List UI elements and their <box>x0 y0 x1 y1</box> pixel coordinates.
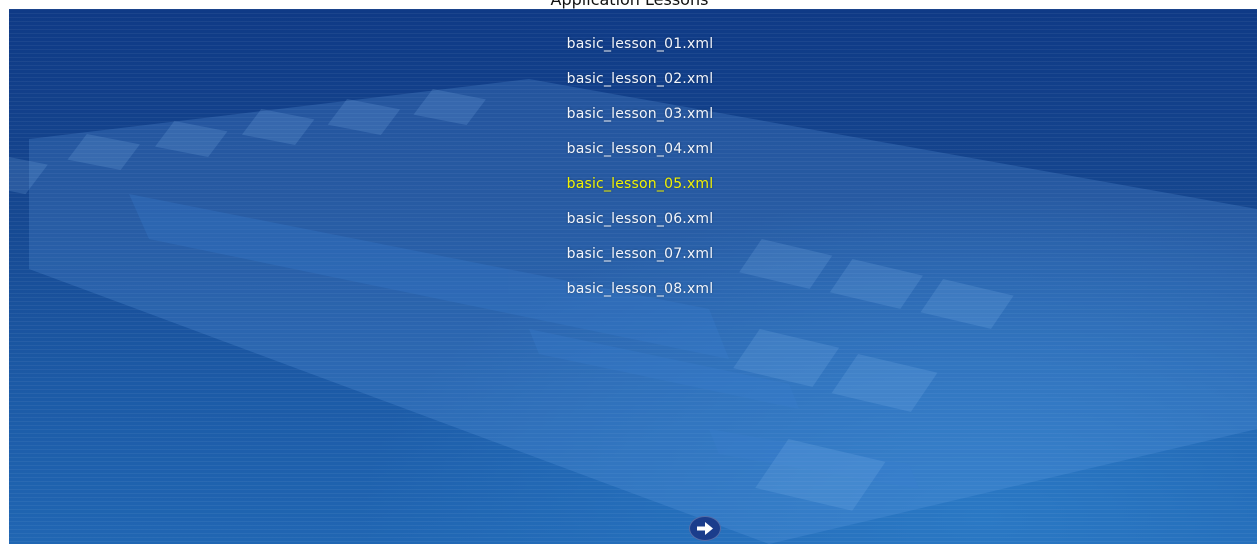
window-title-strip: Application Lessons <box>0 0 1259 9</box>
lesson-item[interactable]: basic_lesson_07.xml <box>9 238 1257 273</box>
lesson-screen: basic_lesson_01.xml basic_lesson_02.xml … <box>9 9 1257 544</box>
lesson-item-selected[interactable]: basic_lesson_05.xml <box>9 168 1257 203</box>
lesson-item[interactable]: basic_lesson_06.xml <box>9 203 1257 238</box>
arrow-right-icon <box>697 522 713 535</box>
lesson-item[interactable]: basic_lesson_02.xml <box>9 63 1257 98</box>
lesson-item[interactable]: basic_lesson_08.xml <box>9 273 1257 308</box>
next-button[interactable] <box>689 516 721 541</box>
lesson-item[interactable]: basic_lesson_01.xml <box>9 28 1257 63</box>
lesson-item[interactable]: basic_lesson_04.xml <box>9 133 1257 168</box>
window-title: Application Lessons <box>0 0 1259 9</box>
lesson-list: basic_lesson_01.xml basic_lesson_02.xml … <box>9 28 1257 308</box>
lesson-item[interactable]: basic_lesson_03.xml <box>9 98 1257 133</box>
